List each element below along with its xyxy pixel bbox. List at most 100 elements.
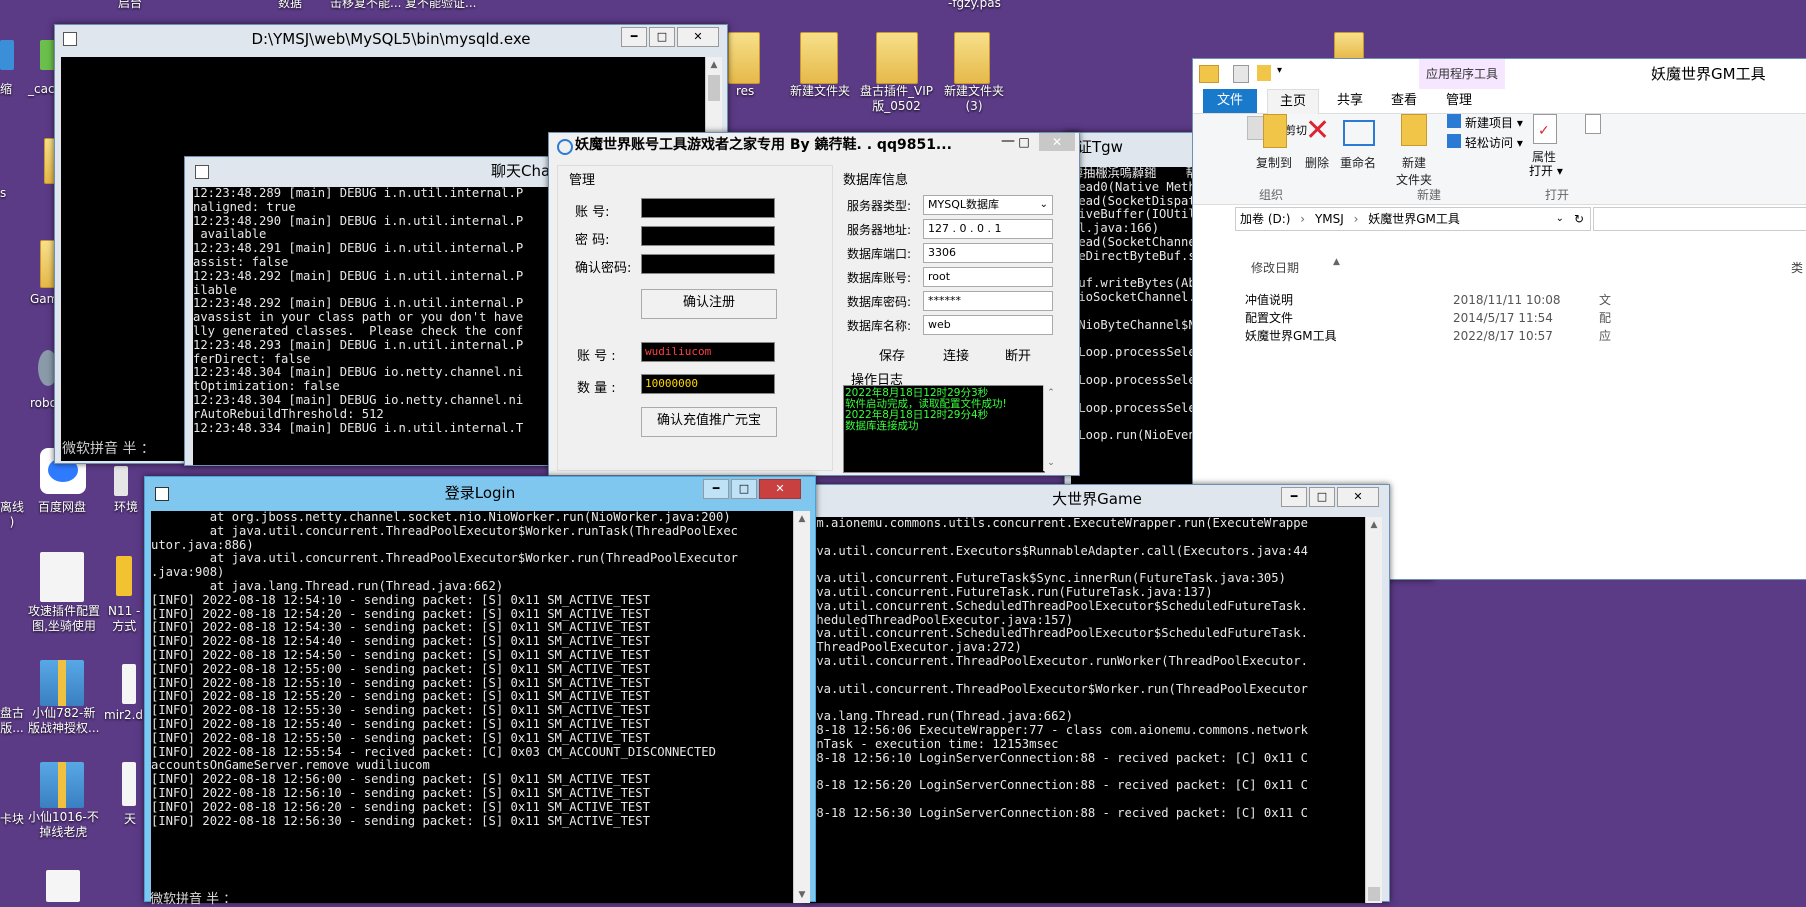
close-button[interactable]: ✕ xyxy=(1039,133,1075,151)
tab-home[interactable]: 主页 xyxy=(1267,89,1319,114)
zip-archive-icon[interactable] xyxy=(40,762,84,808)
desktop-label-left[interactable]: 小仙1016-不 掉线老虎 xyxy=(28,810,99,840)
new-item-button[interactable]: 新建项目 ▾ xyxy=(1465,114,1523,131)
scroll-down-arrow-icon[interactable]: ⌄ xyxy=(1044,455,1058,471)
rename-button[interactable]: 重命名 xyxy=(1333,154,1383,171)
open-button[interactable]: 打开 ▾ xyxy=(1529,162,1563,179)
minimize-button[interactable]: ━ xyxy=(621,27,647,47)
tab-manage[interactable]: 管理 xyxy=(1429,89,1489,113)
desktop-label-left[interactable]: N11 - 方式 xyxy=(108,604,140,634)
document-icon[interactable] xyxy=(122,762,136,806)
chevron-down-icon[interactable]: ▾ xyxy=(1277,65,1282,76)
tab-view[interactable]: 查看 xyxy=(1379,89,1429,113)
new-folder-icon[interactable] xyxy=(1257,65,1271,81)
new-folder-icon[interactable] xyxy=(1401,114,1427,146)
minimize-button[interactable]: ━ xyxy=(1281,487,1307,507)
desktop-label-left[interactable]: 百度网盘 xyxy=(38,500,86,515)
disconnect-button[interactable]: 断开 xyxy=(1005,345,1031,364)
scrollbar[interactable]: ⌃ ⌄ xyxy=(1043,385,1058,471)
desktop-label-left[interactable]: 环境 xyxy=(114,500,138,515)
desktop-icon-label[interactable]: 新建文件夹 (3) xyxy=(944,84,1004,114)
desktop-label-top-2[interactable]: 数据 xyxy=(278,0,302,11)
chat-console-window[interactable]: 聊天Cha 12:23:48.289 [main] DEBUG i.n.util… xyxy=(184,156,574,466)
folder-icon[interactable] xyxy=(1334,32,1364,60)
cut-label[interactable]: 剪切 xyxy=(1285,122,1307,138)
desktop-label-left[interactable]: 离线 ) xyxy=(0,500,24,530)
delete-button[interactable]: 删除 xyxy=(1297,154,1337,171)
scroll-up-arrow-icon[interactable]: ⌃ xyxy=(1044,385,1058,401)
tab-file[interactable]: 文件 xyxy=(1203,89,1257,113)
password-input[interactable] xyxy=(641,226,775,246)
properties-icon[interactable]: ✓ xyxy=(1533,114,1557,144)
tab-share[interactable]: 共享 xyxy=(1325,89,1375,113)
folder-icon[interactable] xyxy=(728,32,760,84)
chat-console-output[interactable]: 12:23:48.289 [main] DEBUG i.n.util.inter… xyxy=(193,187,573,465)
desktop-label-top-1[interactable]: 启台 xyxy=(118,0,142,11)
address-bar[interactable]: 加卷 (D:) › YMSJ › 妖魔世界GM工具 ⌄ ↻ xyxy=(1235,207,1591,231)
folder-icon[interactable] xyxy=(876,32,918,84)
scroll-thumb[interactable] xyxy=(708,75,720,101)
confirm-recharge-button[interactable]: 确认充值推广元宝 xyxy=(641,407,777,437)
desktop-icon-label[interactable]: res xyxy=(736,84,754,99)
search-input[interactable] xyxy=(1593,207,1806,231)
folder-icon[interactable] xyxy=(954,32,990,84)
desktop-label-left[interactable]: robo xyxy=(30,396,57,411)
desktop-label-top-5[interactable]: -fgzy.pas xyxy=(948,0,1001,11)
delete-icon[interactable]: ✕ xyxy=(1305,116,1330,146)
column-header-type[interactable]: 类 xyxy=(1791,259,1803,276)
account-tool-window[interactable]: 妖魔世界账号工具游戏者之家专用 By 鐃荇鞋. . qq9851... — □ … xyxy=(548,132,1080,476)
minimize-button[interactable]: ━ xyxy=(703,479,729,499)
login-console-output[interactable]: at org.jboss.netty.channel.socket.nio.Ni… xyxy=(151,511,793,903)
document-icon[interactable] xyxy=(40,552,84,602)
db-user-input[interactable]: root xyxy=(923,267,1053,287)
server-type-select[interactable]: MYSQL数据库 ⌄ xyxy=(923,195,1053,215)
document-icon[interactable] xyxy=(1585,114,1601,134)
new-folder-button[interactable]: 新建 文件夹 xyxy=(1389,154,1439,188)
desktop-label-top-3[interactable]: 击移复不能... xyxy=(330,0,401,11)
game-console-output[interactable]: om.aionemu.commons.utils.concurrent.Exec… xyxy=(809,517,1365,903)
tool-window-titlebar[interactable]: 妖魔世界账号工具游戏者之家专用 By 鐃荇鞋. . qq9851... xyxy=(549,133,1079,157)
file-row[interactable]: 冲值说明 2018/11/11 10:08 文 xyxy=(1193,291,1806,309)
app-icon[interactable] xyxy=(116,556,132,596)
desktop-label-top-4[interactable]: 复不能验证... xyxy=(405,0,476,11)
desktop-label-left[interactable]: 攻速插件配置 图,坐骑使用 xyxy=(28,604,100,634)
breadcrumb-item[interactable]: 加卷 (D:) xyxy=(1236,212,1290,226)
copy-to-icon[interactable] xyxy=(1263,114,1287,148)
desktop-label-left[interactable]: mir2.d xyxy=(104,708,143,723)
confirm-password-input[interactable] xyxy=(641,254,775,274)
copy-to-button[interactable]: 复制到 xyxy=(1249,154,1299,171)
desktop-icon-label[interactable]: 新建文件夹 xyxy=(790,84,850,99)
db-name-input[interactable]: web xyxy=(923,315,1053,335)
app-icon[interactable] xyxy=(0,40,14,70)
desktop-icon-label[interactable]: 盘古插件_VIP 版_0502 xyxy=(860,84,933,114)
confirm-register-button[interactable]: 确认注册 xyxy=(641,289,777,319)
scroll-up-arrow-icon[interactable]: ▲ xyxy=(794,511,810,527)
breadcrumb-item[interactable]: YMSJ xyxy=(1315,212,1344,226)
game-console-window[interactable]: 大世界Game ━ □ ✕ om.aionemu.commons.utils.c… xyxy=(804,484,1390,903)
desktop-label-left[interactable]: 卡块 xyxy=(0,812,24,827)
desktop-label-left[interactable]: _cac xyxy=(28,82,55,97)
scrollbar[interactable]: ▲ xyxy=(1365,517,1382,903)
folder-icon[interactable] xyxy=(800,32,838,84)
recharge-account-input[interactable]: wudiliucom xyxy=(641,342,775,362)
server-address-input[interactable]: 127 . 0 . 0 . 1 xyxy=(923,219,1053,239)
close-button[interactable]: ✕ xyxy=(1337,487,1379,507)
easy-access-button[interactable]: 轻松访问 ▾ xyxy=(1465,134,1523,151)
refresh-icon[interactable]: ↻ xyxy=(1574,208,1584,230)
desktop-label-left[interactable]: 缩 xyxy=(0,82,12,97)
maximize-button[interactable]: □ xyxy=(649,27,675,47)
maximize-button[interactable]: □ xyxy=(731,479,757,499)
db-port-input[interactable]: 3306 xyxy=(923,243,1053,263)
rename-icon[interactable] xyxy=(1343,120,1375,146)
login-console-window[interactable]: 登录Login ━ □ ✕ at org.jboss.netty.channel… xyxy=(144,476,816,903)
connect-button[interactable]: 连接 xyxy=(943,345,969,364)
chevron-down-icon[interactable]: ⌄ xyxy=(1040,196,1048,214)
maximize-button[interactable]: □ xyxy=(1013,133,1035,151)
file-row[interactable]: 配置文件 2014/5/17 11:54 配 xyxy=(1193,309,1806,327)
quantity-input[interactable]: 10000000 xyxy=(641,374,775,394)
scroll-down-arrow-icon[interactable]: ▼ xyxy=(794,887,810,903)
app-icon[interactable] xyxy=(114,466,128,496)
desktop-label-left[interactable]: 盘古 版... xyxy=(0,706,24,736)
close-button[interactable]: ✕ xyxy=(759,479,801,499)
scrollbar[interactable]: ▲ ▼ xyxy=(793,511,810,903)
